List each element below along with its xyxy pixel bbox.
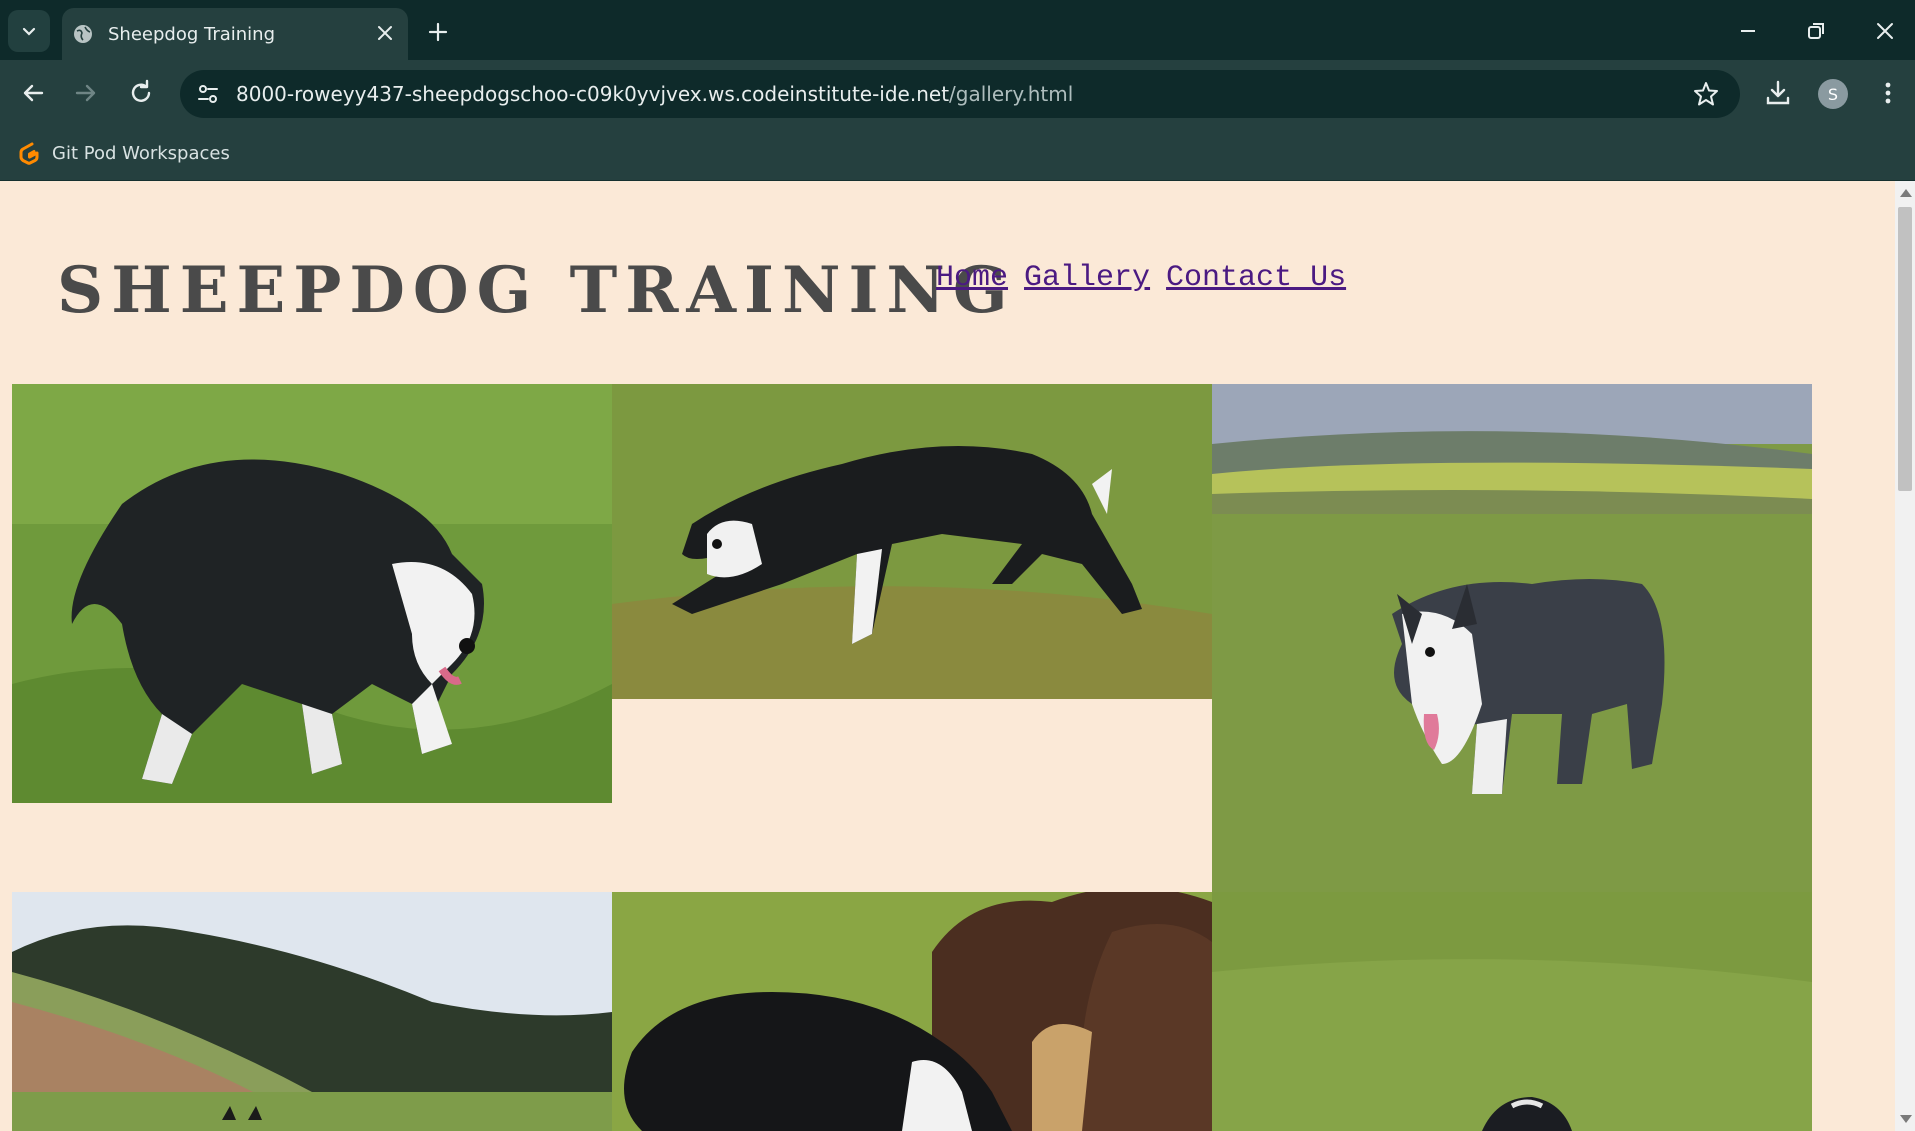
restore-icon[interactable]	[1801, 16, 1831, 46]
url-host: 8000-roweyy437-sheepdogschoo-c09k0yvjvex…	[236, 82, 950, 106]
tab-search-button[interactable]	[8, 10, 50, 52]
download-icon[interactable]	[1762, 77, 1794, 109]
browser-toolbar: 8000-roweyy437-sheepdogschoo-c09k0yvjvex…	[0, 60, 1915, 128]
address-bar[interactable]: 8000-roweyy437-sheepdogschoo-c09k0yvjvex…	[180, 70, 1740, 118]
active-tab[interactable]: Sheepdog Training	[62, 8, 408, 60]
gallery-photo-3	[1212, 384, 1812, 892]
page-viewport: SHEEPDOG TRAINING Home Gallery Contact U…	[0, 181, 1895, 1131]
gallery-photo-6	[1212, 892, 1812, 1131]
url-path: /gallery.html	[949, 82, 1074, 106]
gallery-photo-1	[12, 384, 612, 803]
site-nav: Home Gallery Contact Us	[936, 261, 1346, 295]
reload-icon[interactable]	[124, 76, 158, 110]
bookmark-gitpod[interactable]: Git Pod Workspaces	[16, 136, 230, 170]
back-arrow-icon[interactable]	[16, 76, 50, 110]
browser-tab-bar: Sheepdog Training	[0, 0, 1915, 60]
globe-icon	[74, 25, 92, 43]
close-tab-icon[interactable]	[374, 22, 396, 44]
nav-link-home[interactable]: Home	[936, 261, 1008, 295]
scroll-up-arrow-icon[interactable]	[1900, 189, 1912, 197]
close-window-icon[interactable]	[1870, 16, 1900, 46]
more-menu-icon[interactable]	[1872, 77, 1904, 109]
chevron-down-icon	[22, 27, 36, 36]
scroll-down-arrow-icon[interactable]	[1900, 1115, 1912, 1123]
site-title: SHEEPDOG TRAINING	[57, 253, 1016, 328]
tab-title: Sheepdog Training	[108, 23, 276, 45]
scrollbar-thumb[interactable]	[1898, 207, 1912, 491]
url-text: 8000-roweyy437-sheepdogschoo-c09k0yvjvex…	[236, 82, 1073, 106]
gitpod-logo-icon	[19, 142, 39, 165]
nav-link-contact[interactable]: Contact Us	[1166, 261, 1346, 295]
bookmark-star-icon[interactable]	[1692, 80, 1720, 108]
bookmarks-bar: Git Pod Workspaces	[0, 128, 1915, 181]
profile-avatar[interactable]: S	[1818, 79, 1848, 109]
new-tab-plus-icon[interactable]	[424, 18, 452, 46]
bookmark-label: Git Pod Workspaces	[52, 142, 230, 164]
gallery-photo-2	[612, 384, 1212, 699]
minimize-icon[interactable]	[1733, 16, 1763, 46]
gallery-photo-4	[12, 892, 612, 1131]
site-settings-icon[interactable]	[194, 80, 222, 108]
nav-link-gallery[interactable]: Gallery	[1024, 261, 1150, 295]
vertical-scrollbar[interactable]	[1895, 181, 1915, 1131]
gallery-photo-5	[612, 892, 1212, 1131]
forward-arrow-icon[interactable]	[69, 76, 103, 110]
